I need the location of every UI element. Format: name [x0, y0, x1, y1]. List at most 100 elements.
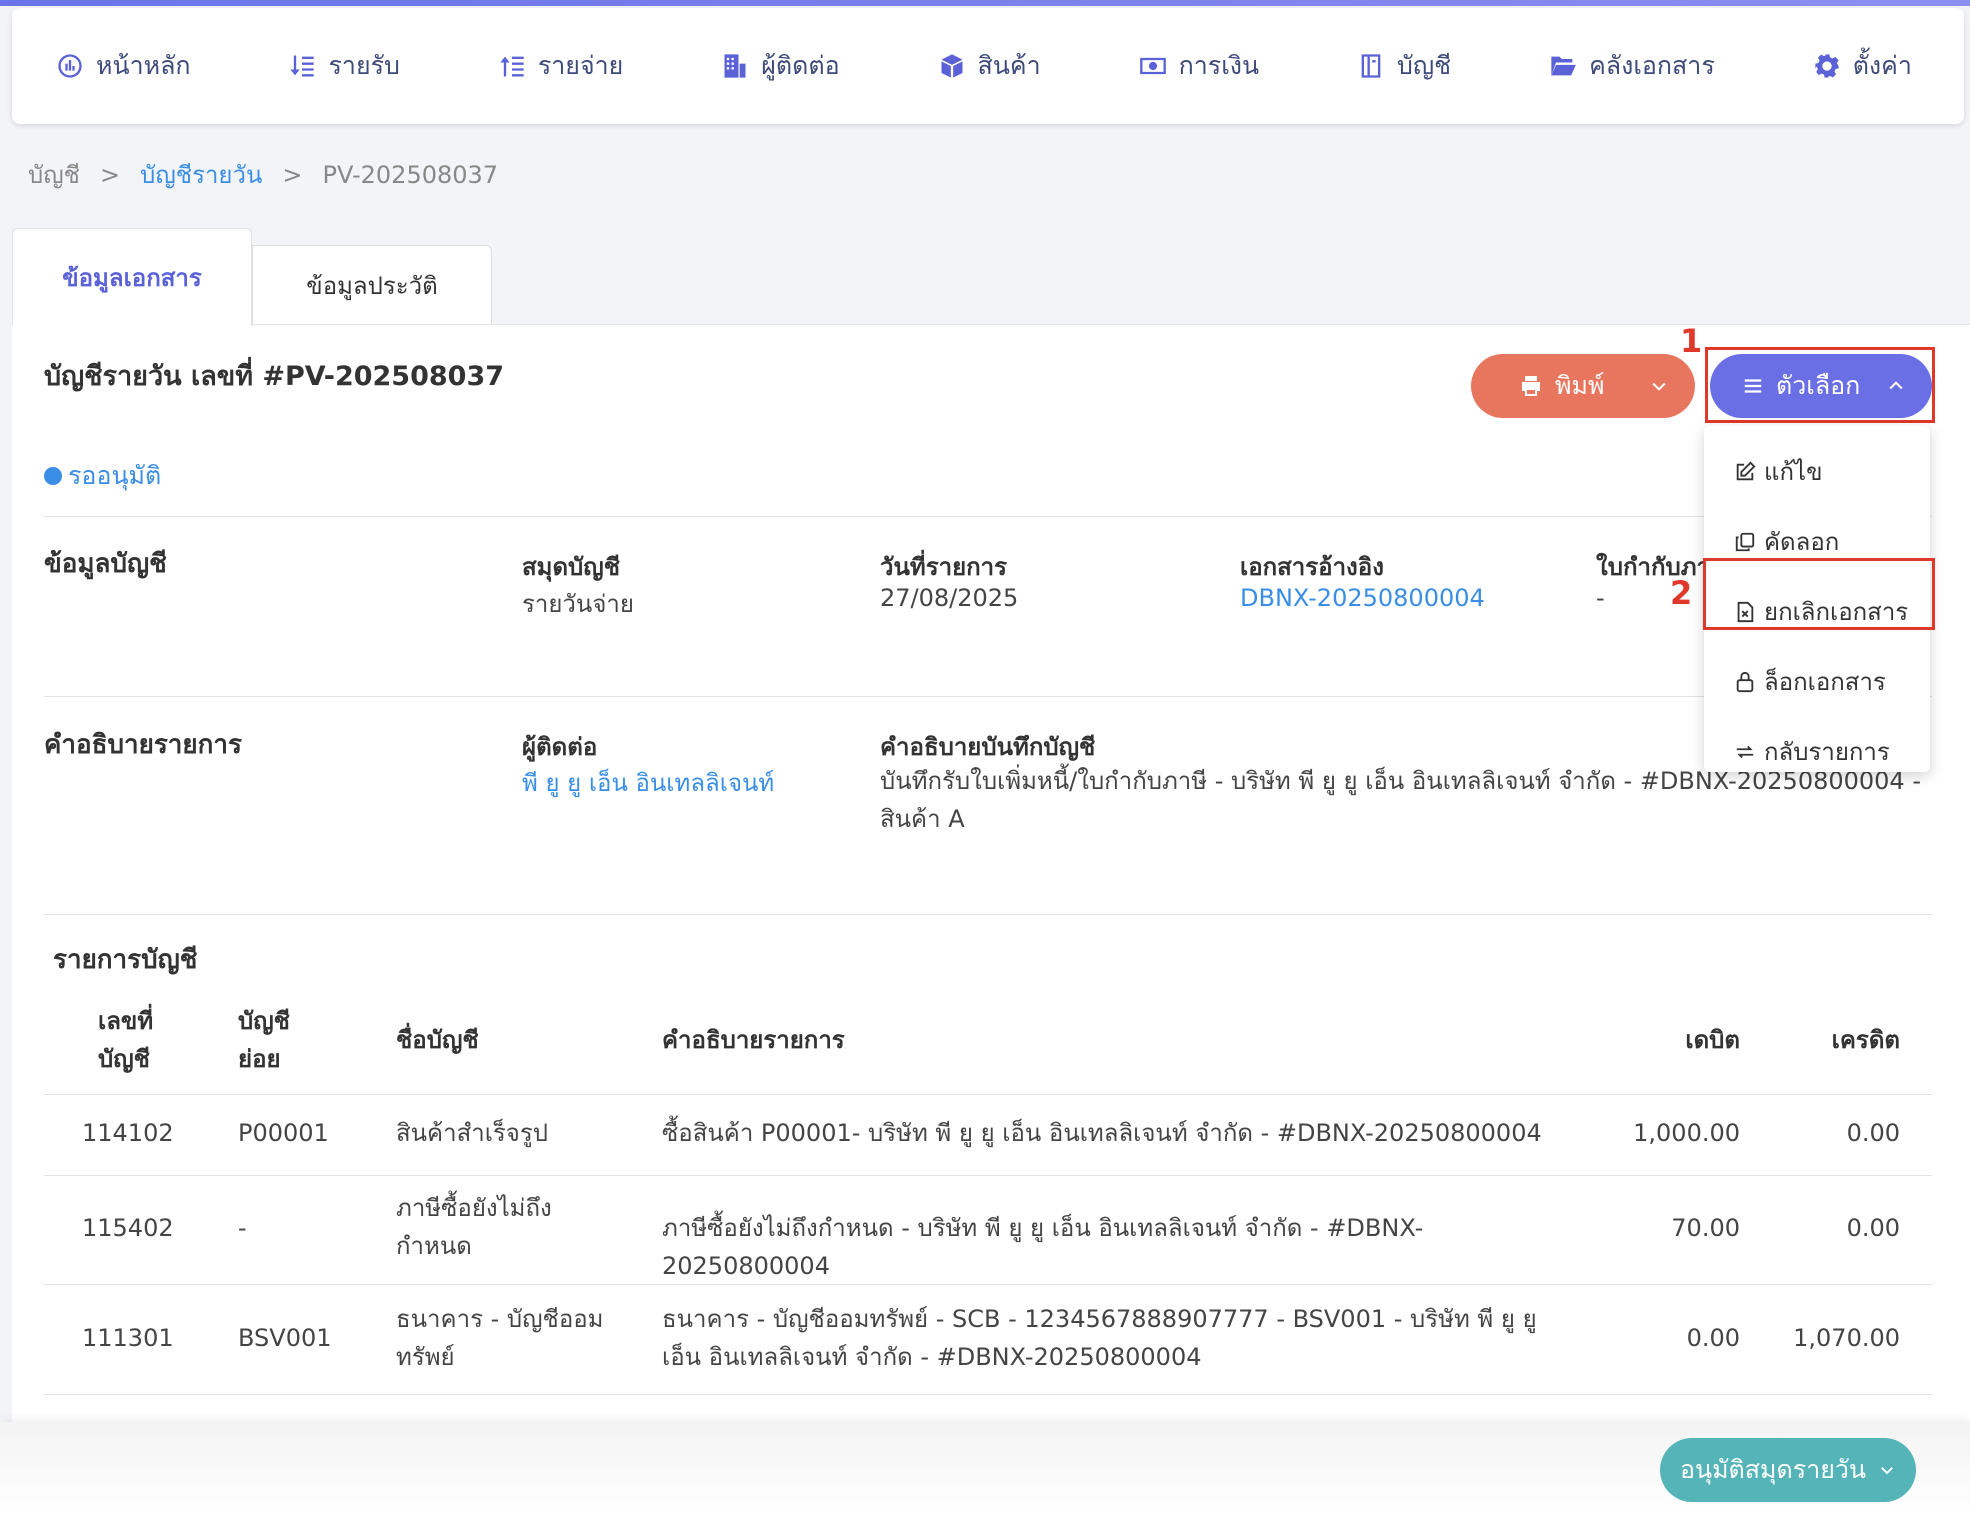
nav-label: สินค้า: [977, 51, 1041, 80]
cell-debit: 1,000.00: [1633, 1119, 1740, 1147]
nav-item-contacts[interactable]: ผู้ติดต่อ: [721, 46, 840, 86]
status-dot: [44, 467, 62, 485]
section-title-account-info: ข้อมูลบัญชี: [44, 549, 167, 579]
section-title-description: คำอธิบายรายการ: [44, 730, 242, 760]
contacts-icon: [724, 54, 746, 78]
menu-item-label: คัดลอก: [1764, 528, 1840, 556]
chevron-down-icon[interactable]: [1649, 376, 1669, 396]
cell-sub-account: BSV001: [238, 1324, 332, 1352]
divider: [44, 914, 1932, 915]
menu-item-reverse[interactable]: กลับรายการ: [1734, 732, 1890, 771]
table-divider: [44, 1394, 1932, 1395]
menu-item-lock-document[interactable]: ล็อกเอกสาร: [1734, 662, 1886, 701]
nav-item-dashboard[interactable]: หน้าหลัก: [56, 46, 191, 86]
menu-item-label: ยกเลิกเอกสาร: [1764, 598, 1909, 626]
breadcrumb: บัญชี > บัญชีรายวัน > PV-202508037: [28, 155, 498, 194]
breadcrumb-root[interactable]: บัญชี: [28, 155, 80, 194]
memo-value: บันทึกรับใบเพิ่มหนี้/ใบกำกับภาษี - บริษั…: [880, 767, 1921, 833]
tax-invoice-label: ใบกำกับภา: [1596, 553, 1711, 581]
cell-credit: 0.00: [1846, 1214, 1900, 1242]
nav-item-income[interactable]: รายรับ: [288, 46, 400, 86]
contact-label: ผู้ติดต่อ: [522, 733, 598, 761]
breadcrumb-parent[interactable]: บัญชีรายวัน: [140, 155, 262, 194]
contact-link[interactable]: พี ยู ยู เอ็น อินเทลลิเจนท์: [522, 763, 774, 802]
column-header-account-no: เลขที่ บัญชี: [98, 1007, 154, 1073]
cell-account-name: สินค้าสำเร็จรูป: [396, 1119, 548, 1147]
journal-label: สมุดบัญชี: [522, 553, 621, 581]
divider: [44, 696, 1932, 697]
breadcrumb-separator: >: [282, 160, 303, 189]
nav-item-expense[interactable]: รายจ่าย: [498, 46, 623, 86]
table-divider: [44, 1175, 1932, 1176]
date-label: วันที่รายการ: [880, 553, 1008, 581]
status-badge: รออนุมัติ: [44, 456, 161, 496]
cell-account-no: 111301: [82, 1324, 174, 1352]
options-button[interactable]: ตัวเลือก: [1710, 354, 1932, 418]
top-accent-bar: [0, 0, 1970, 6]
cell-debit: 70.00: [1671, 1214, 1740, 1242]
reference-link[interactable]: DBNX-20250800004: [1240, 584, 1485, 612]
income-icon: [290, 55, 315, 77]
folder-icon: [1551, 56, 1576, 76]
nav-item-settings[interactable]: ตั้งค่า: [1813, 46, 1912, 86]
cell-credit: 1,070.00: [1793, 1324, 1900, 1352]
cell-account-no: 114102: [82, 1119, 174, 1147]
approve-journal-button[interactable]: อนุมัติสมุดรายวัน: [1660, 1438, 1916, 1502]
print-button[interactable]: พิมพ์: [1471, 354, 1695, 418]
printer-icon: [1522, 376, 1540, 396]
menu-item-edit[interactable]: แก้ไข: [1734, 452, 1822, 491]
nav-label: รายจ่าย: [537, 51, 624, 80]
approve-button-label: อนุมัติสมุดรายวัน: [1679, 1455, 1867, 1484]
tab-history[interactable]: ข้อมูลประวัติ: [252, 245, 492, 325]
nav-item-finance[interactable]: การเงิน: [1139, 46, 1259, 86]
breadcrumb-separator: >: [99, 160, 121, 189]
column-header-debit: เดบิต: [1685, 1026, 1740, 1054]
edit-icon: [1736, 461, 1756, 480]
menu-item-label: แก้ไข: [1764, 458, 1823, 486]
cell-description: ซื้อสินค้า P00001- บริษัท พี ยู ยู เอ็น …: [662, 1119, 1542, 1147]
dashboard-icon: [58, 54, 82, 78]
book-icon: [1361, 54, 1381, 78]
column-header-description: คำอธิบายรายการ: [662, 1026, 845, 1054]
nav-label: ผู้ติดต่อ: [761, 51, 840, 80]
nav-item-documents[interactable]: คลังเอกสาร: [1549, 46, 1715, 86]
options-dropdown-menu: แก้ไข คัดลอก ยกเลิกเอกสาร ล็อกเอกสาร กลั…: [1704, 426, 1930, 772]
table-divider: [44, 1284, 1932, 1285]
page-title: บัญชีรายวัน เลขที่ #PV-202508037: [44, 361, 505, 392]
date-value: 27/08/2025: [880, 584, 1019, 612]
column-header-sub-account: บัญชี ย่อย: [238, 1007, 290, 1073]
nav-item-products[interactable]: สินค้า: [938, 46, 1041, 86]
menu-item-label: กลับรายการ: [1764, 738, 1890, 766]
nav-label: คลังเอกสาร: [1589, 51, 1715, 80]
tax-invoice-value: -: [1596, 584, 1605, 612]
cell-sub-account: P00001: [238, 1119, 329, 1147]
journal-value: รายวันจ่าย: [522, 590, 634, 618]
cell-credit: 0.00: [1846, 1119, 1900, 1147]
money-icon: [1139, 57, 1166, 75]
menu-item-cancel-document[interactable]: ยกเลิกเอกสาร: [1734, 592, 1908, 631]
reverse-icon: [1736, 745, 1754, 758]
menu-item-copy[interactable]: คัดลอก: [1734, 522, 1839, 561]
menu-icon: [1744, 379, 1762, 393]
print-button-label: พิมพ์: [1555, 371, 1605, 400]
nav-label: รายรับ: [328, 51, 400, 80]
copy-icon: [1735, 532, 1755, 551]
nav-label: ตั้งค่า: [1852, 51, 1912, 80]
cell-description: ธนาคาร - บัญชีออมทรัพย์ - SCB - 12345678…: [662, 1305, 1537, 1371]
status-label: รออนุมัติ: [68, 461, 162, 490]
column-header-credit: เครดิต: [1831, 1026, 1900, 1054]
cell-account-no: 115402: [82, 1214, 174, 1242]
nav-label: หน้าหลัก: [96, 51, 191, 80]
nav-item-accounting[interactable]: บัญชี: [1357, 46, 1451, 86]
options-button-label: ตัวเลือก: [1776, 371, 1861, 400]
gear-icon: [1815, 54, 1839, 78]
menu-item-label: ล็อกเอกสาร: [1764, 668, 1886, 696]
tab-document-info[interactable]: ข้อมูลเอกสาร: [12, 228, 252, 326]
step-number-1: 1: [1680, 322, 1703, 360]
breadcrumb-current: PV-202508037: [322, 160, 499, 189]
cell-debit: 0.00: [1686, 1324, 1740, 1352]
chevron-up-icon: [1889, 381, 1903, 390]
expense-icon: [500, 56, 524, 77]
step-number-2: 2: [1670, 574, 1693, 612]
box-icon: [941, 54, 963, 78]
